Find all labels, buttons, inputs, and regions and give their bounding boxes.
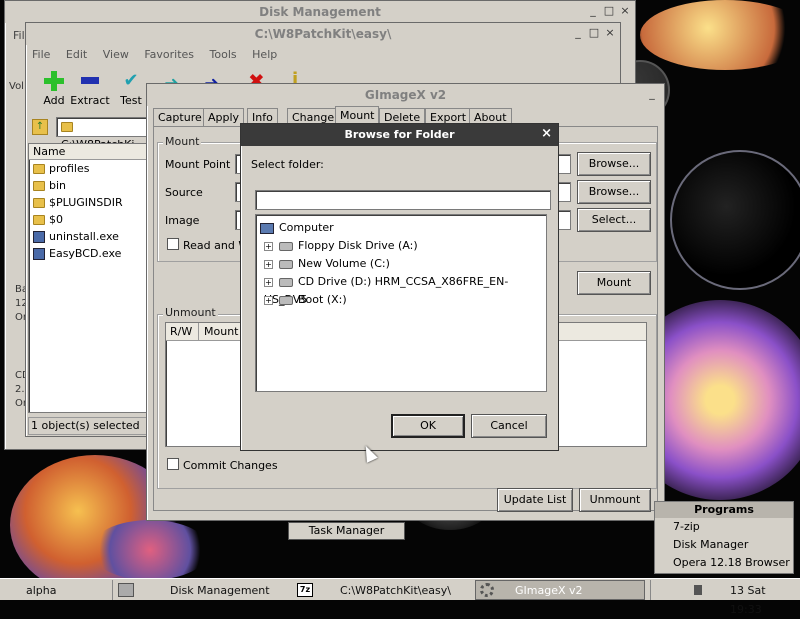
gimagex-title: GImageX v2 bbox=[147, 84, 664, 106]
extract-button[interactable]: Extract bbox=[66, 71, 114, 107]
address-bar[interactable]: C:\W8PatchKi bbox=[56, 117, 148, 151]
hard-drive-icon bbox=[279, 259, 293, 269]
browse-for-folder-dialog: Browse for Folder × Select folder: Compu… bbox=[240, 123, 559, 451]
source-label: Source bbox=[165, 186, 203, 199]
exe-icon bbox=[33, 248, 45, 260]
maximize-icon[interactable]: □ bbox=[588, 27, 600, 39]
ok-button[interactable]: OK bbox=[391, 414, 465, 438]
expand-icon[interactable]: + bbox=[264, 295, 273, 305]
dialog-titlebar: Browse for Folder bbox=[241, 124, 558, 146]
taskbar-explorer[interactable]: C:\W8PatchKit\easy\ bbox=[340, 581, 451, 600]
column-header-rw[interactable]: R/W bbox=[170, 325, 192, 338]
tab-apply[interactable]: Apply bbox=[203, 108, 245, 126]
floppy-icon bbox=[279, 241, 293, 251]
disk-mgmt-left-labels: Vol bbox=[9, 81, 24, 92]
minus-icon bbox=[81, 77, 99, 84]
hard-drive-icon bbox=[279, 295, 293, 305]
tree-item[interactable]: +CD Drive (D:) HRM_CCSA_X86FRE_EN-US_DV5 bbox=[260, 273, 542, 306]
explorer-menubar: File Edit View Favorites Tools Help bbox=[32, 48, 289, 61]
mount-point-label: Mount Point bbox=[165, 158, 231, 171]
list-item[interactable]: EasyBCD.exe bbox=[29, 245, 147, 262]
folder-icon bbox=[33, 164, 45, 174]
minimize-icon[interactable]: _ bbox=[646, 88, 658, 100]
maximize-icon[interactable]: □ bbox=[603, 5, 615, 17]
browse-mount-point-button[interactable]: Browse... bbox=[577, 152, 651, 176]
program-item[interactable]: Disk Manager bbox=[655, 536, 793, 554]
taskbar-clock: 13 Sat 19:33 bbox=[730, 584, 766, 616]
commit-changes-checkbox[interactable] bbox=[167, 458, 179, 470]
test-button[interactable]: ✔ Test bbox=[116, 70, 146, 108]
cancel-button[interactable]: Cancel bbox=[471, 414, 547, 438]
commit-changes-label: Commit Changes bbox=[183, 459, 278, 472]
unmount-group-label: Unmount bbox=[163, 306, 218, 319]
select-image-button[interactable]: Select... bbox=[577, 208, 651, 232]
taskbar-gimagex[interactable]: GImageX v2 bbox=[515, 581, 583, 600]
7zip-icon: 7z bbox=[297, 583, 313, 597]
taskbar-disk-management[interactable]: Disk Management bbox=[170, 581, 270, 600]
browse-source-button[interactable]: Browse... bbox=[577, 180, 651, 204]
menu-view[interactable]: View bbox=[103, 48, 129, 61]
explorer-title: C:\W8PatchKit\easy\ bbox=[26, 23, 620, 45]
window-icon bbox=[118, 583, 134, 597]
speaker-icon bbox=[694, 585, 702, 595]
taskbar: alpha Disk Management 7z C:\W8PatchKit\e… bbox=[0, 578, 800, 616]
list-item[interactable]: profiles bbox=[29, 160, 147, 177]
folder-icon bbox=[33, 181, 45, 191]
program-item[interactable]: Opera 12.18 Browser bbox=[655, 554, 793, 572]
exe-icon bbox=[33, 231, 45, 243]
menu-edit[interactable]: Edit bbox=[66, 48, 87, 61]
tree-item[interactable]: + Boot (X:) bbox=[260, 291, 542, 309]
list-item[interactable]: $PLUGINSDIR bbox=[29, 194, 147, 211]
close-icon[interactable]: × bbox=[619, 5, 631, 17]
column-header-name[interactable]: Name bbox=[29, 144, 147, 160]
menu-tools[interactable]: Tools bbox=[210, 48, 237, 61]
list-item[interactable]: $0 bbox=[29, 211, 147, 228]
gear-icon bbox=[480, 583, 494, 597]
folder-icon bbox=[61, 122, 73, 132]
disk-management-title: Disk Management bbox=[5, 1, 635, 23]
list-item[interactable]: uninstall.exe bbox=[29, 228, 147, 245]
unmount-button[interactable]: Unmount bbox=[579, 488, 651, 512]
select-folder-label: Select folder: bbox=[251, 158, 324, 171]
programs-panel: Programs 7-zip Disk Manager Opera 12.18 … bbox=[654, 501, 794, 574]
minimize-icon[interactable]: _ bbox=[587, 5, 599, 17]
task-manager-button[interactable]: Task Manager bbox=[288, 522, 405, 540]
cd-drive-icon bbox=[279, 277, 293, 287]
image-label: Image bbox=[165, 214, 200, 227]
mount-button[interactable]: Mount bbox=[577, 271, 651, 295]
mount-group-label: Mount bbox=[163, 135, 202, 148]
list-item[interactable]: bin bbox=[29, 177, 147, 194]
folder-icon bbox=[33, 215, 45, 225]
minimize-icon[interactable]: _ bbox=[572, 27, 584, 39]
checkmark-icon: ✔ bbox=[123, 70, 139, 91]
read-write-checkbox[interactable] bbox=[167, 238, 179, 250]
programs-title: Programs bbox=[655, 502, 793, 518]
tree-item-computer[interactable]: Computer bbox=[260, 219, 542, 237]
menu-favorites[interactable]: Favorites bbox=[144, 48, 194, 61]
menu-file[interactable]: File bbox=[32, 48, 50, 61]
tab-capture[interactable]: Capture bbox=[153, 108, 207, 126]
expand-icon[interactable]: + bbox=[264, 277, 273, 287]
disk-mgmt-menu-file[interactable]: Fil bbox=[13, 29, 25, 42]
file-list[interactable]: Name profiles bin $PLUGINSDIR $0 uninsta… bbox=[28, 143, 148, 413]
folder-tree[interactable]: Computer + Floppy Disk Drive (A:) + New Vo… bbox=[255, 214, 547, 392]
update-list-button[interactable]: Update List bbox=[497, 488, 573, 512]
close-icon[interactable]: × bbox=[541, 126, 552, 141]
computer-icon bbox=[260, 222, 274, 234]
up-folder-icon[interactable]: ↑ bbox=[32, 119, 48, 135]
folder-path-input[interactable] bbox=[255, 190, 551, 210]
program-item[interactable]: 7-zip bbox=[655, 518, 793, 536]
tree-item[interactable]: + New Volume (C:) bbox=[260, 255, 542, 273]
plus-icon bbox=[44, 71, 64, 91]
workspace-label[interactable]: alpha bbox=[26, 581, 57, 600]
expand-icon[interactable]: + bbox=[264, 241, 273, 251]
menu-help[interactable]: Help bbox=[252, 48, 277, 61]
folder-icon bbox=[33, 198, 45, 208]
expand-icon[interactable]: + bbox=[264, 259, 273, 269]
close-icon[interactable]: × bbox=[604, 27, 616, 39]
tree-item[interactable]: + Floppy Disk Drive (A:) bbox=[260, 237, 542, 255]
status-bar: 1 object(s) selected bbox=[28, 417, 148, 435]
